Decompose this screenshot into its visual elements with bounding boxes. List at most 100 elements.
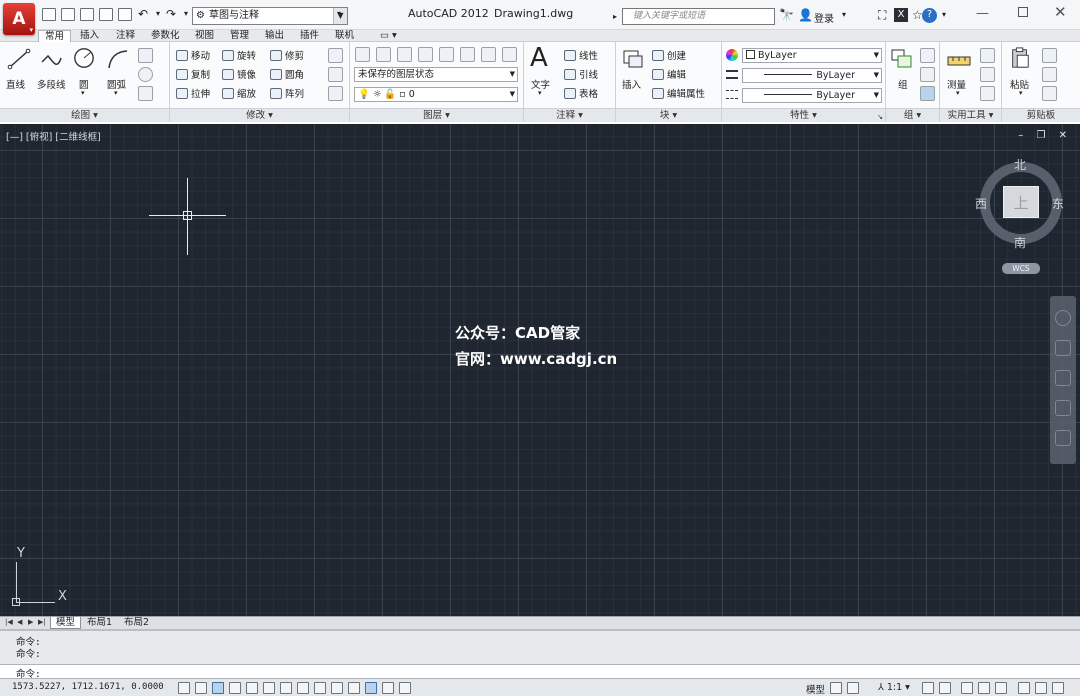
- auto-scale-icon[interactable]: [939, 682, 951, 694]
- help-dropdown-icon[interactable]: ▾: [942, 8, 946, 22]
- save-as-icon[interactable]: [99, 8, 113, 21]
- allow-dynamic-ucs-icon[interactable]: [314, 682, 326, 694]
- match-properties-icon[interactable]: [1042, 86, 1057, 101]
- model-space-toggle[interactable]: 模型: [806, 682, 825, 696]
- login-button[interactable]: 登录: [814, 10, 834, 25]
- object-snap-icon[interactable]: [263, 682, 275, 694]
- lineweight-toggle-icon[interactable]: [348, 682, 360, 694]
- stretch-button[interactable]: 拉伸: [176, 88, 210, 101]
- calculator-icon[interactable]: [980, 86, 995, 101]
- tab-online[interactable]: 联机: [329, 30, 360, 42]
- viewcube-top-face[interactable]: 上: [1003, 186, 1039, 218]
- command-input[interactable]: 命令:: [0, 664, 1080, 680]
- open-file-icon[interactable]: [61, 8, 75, 21]
- drawing-canvas[interactable]: [—] [俯视] [二维线框] – ❐ ✕ 公众号：CAD管家 官网：www.c…: [0, 124, 1080, 616]
- block-panel-title[interactable]: 块 ▾: [616, 108, 721, 122]
- lineweight-select[interactable]: ByLayer ▼: [742, 68, 882, 83]
- cart-icon[interactable]: ⛶: [878, 8, 886, 22]
- status-menu-icon[interactable]: [1035, 682, 1047, 694]
- layer-freeze-icon[interactable]: [418, 47, 433, 62]
- binoculars-icon[interactable]: 🔭: [779, 8, 794, 22]
- zoom-extents-icon[interactable]: [1055, 370, 1071, 386]
- tab-insert[interactable]: 插入: [74, 30, 105, 42]
- isolate-objects-icon[interactable]: [1018, 682, 1030, 694]
- array-button[interactable]: 阵列: [270, 88, 304, 101]
- layer-off-icon[interactable]: [439, 47, 454, 62]
- mirror-button[interactable]: 镜像: [222, 69, 256, 82]
- application-menu-button[interactable]: A ▾: [3, 3, 35, 35]
- help-search-input[interactable]: ▸ 键入关键字或短语: [613, 8, 775, 25]
- exchange-icon[interactable]: X: [894, 8, 908, 22]
- layer-match-icon[interactable]: [481, 47, 496, 62]
- maximize-button[interactable]: [1018, 7, 1028, 17]
- ungroup-icon[interactable]: [920, 48, 935, 63]
- fillet-button[interactable]: 圆角: [270, 69, 304, 82]
- quick-view-drawings-icon[interactable]: [847, 682, 859, 694]
- scale-button[interactable]: 缩放: [222, 88, 256, 101]
- polar-tracking-icon[interactable]: [246, 682, 258, 694]
- undo-dropdown-icon[interactable]: ▾: [156, 7, 160, 21]
- dynamic-input-icon[interactable]: [331, 682, 343, 694]
- group-button[interactable]: 组: [898, 77, 908, 91]
- layer-lock-icon[interactable]: [460, 47, 475, 62]
- layer-state-icon[interactable]: [376, 47, 391, 62]
- tab-parametric[interactable]: 参数化: [145, 30, 186, 42]
- steering-wheel-icon[interactable]: [1055, 310, 1071, 326]
- viewport-window-controls[interactable]: – ❐ ✕: [1018, 130, 1072, 141]
- close-window-button[interactable]: ✕: [1054, 3, 1067, 21]
- object-snap-tracking-icon[interactable]: [297, 682, 309, 694]
- line-button[interactable]: 直线: [6, 77, 25, 91]
- table-button[interactable]: 表格: [564, 88, 598, 101]
- quick-select-icon[interactable]: [980, 48, 995, 63]
- annotation-scale-select[interactable]: ⅄ 1:1 ▾: [878, 682, 910, 693]
- draw-panel-title[interactable]: 绘图 ▾: [0, 108, 169, 122]
- ortho-mode-icon[interactable]: [229, 682, 241, 694]
- circle-dropdown-icon[interactable]: ▾: [81, 89, 85, 97]
- group-edit-icon[interactable]: [920, 67, 935, 82]
- redo-icon[interactable]: ↷: [166, 7, 176, 21]
- annotation-panel-title[interactable]: 注释 ▾: [524, 108, 615, 122]
- compass-east[interactable]: 东: [1052, 195, 1064, 212]
- expand-search-icon[interactable]: ▸: [613, 9, 617, 24]
- tab-plugins[interactable]: 插件: [294, 30, 325, 42]
- 3d-object-snap-icon[interactable]: [280, 682, 292, 694]
- erase-icon[interactable]: [328, 48, 343, 63]
- minimize-button[interactable]: —: [976, 6, 989, 21]
- layer-previous-icon[interactable]: [502, 47, 517, 62]
- compass-north[interactable]: 北: [1014, 156, 1026, 173]
- compass-south[interactable]: 南: [1014, 234, 1026, 251]
- hatch-icon[interactable]: [138, 86, 153, 101]
- quick-properties-icon[interactable]: [382, 682, 394, 694]
- leader-button[interactable]: 引线: [564, 69, 598, 82]
- showmotion-icon[interactable]: [1055, 430, 1071, 446]
- hardware-acceleration-icon[interactable]: [995, 682, 1007, 694]
- annotation-visibility-icon[interactable]: [922, 682, 934, 694]
- linear-dimension-button[interactable]: 线性: [564, 50, 598, 63]
- undo-icon[interactable]: ↶: [138, 7, 148, 21]
- quick-view-layouts-icon[interactable]: [830, 682, 842, 694]
- workspace-switching-icon[interactable]: [961, 682, 973, 694]
- save-icon[interactable]: [80, 8, 94, 21]
- orbit-icon[interactable]: [1055, 400, 1071, 416]
- clean-screen-icon[interactable]: [1052, 682, 1064, 694]
- copy-button[interactable]: 复制: [176, 69, 210, 82]
- properties-panel-title[interactable]: 特性 ▾: [722, 108, 885, 122]
- trim-button[interactable]: 修剪: [270, 50, 304, 63]
- insert-button[interactable]: 插入: [622, 77, 641, 91]
- layers-panel-title[interactable]: 图层 ▾: [350, 108, 523, 122]
- selection-cycling-icon[interactable]: [399, 682, 411, 694]
- pan-icon[interactable]: [1055, 340, 1071, 356]
- first-tab-icon[interactable]: |◀: [5, 618, 13, 626]
- infer-constraints-icon[interactable]: [178, 682, 190, 694]
- tab-extra-toggle-icon[interactable]: ▭ ▾: [374, 30, 403, 42]
- tab-output[interactable]: 输出: [259, 30, 290, 42]
- tab-view[interactable]: 视图: [189, 30, 220, 42]
- help-icon[interactable]: ?: [922, 8, 937, 23]
- layer-select[interactable]: 💡 ☼ 🔓 ▫ 0 ▼: [354, 87, 518, 102]
- snap-mode-icon[interactable]: [195, 682, 207, 694]
- cut-icon[interactable]: [1042, 48, 1057, 63]
- edit-block-button[interactable]: 编辑: [652, 69, 686, 82]
- layer-properties-icon[interactable]: [355, 47, 370, 62]
- qat-more-icon[interactable]: ▾: [337, 7, 341, 21]
- tab-manage[interactable]: 管理: [224, 30, 255, 42]
